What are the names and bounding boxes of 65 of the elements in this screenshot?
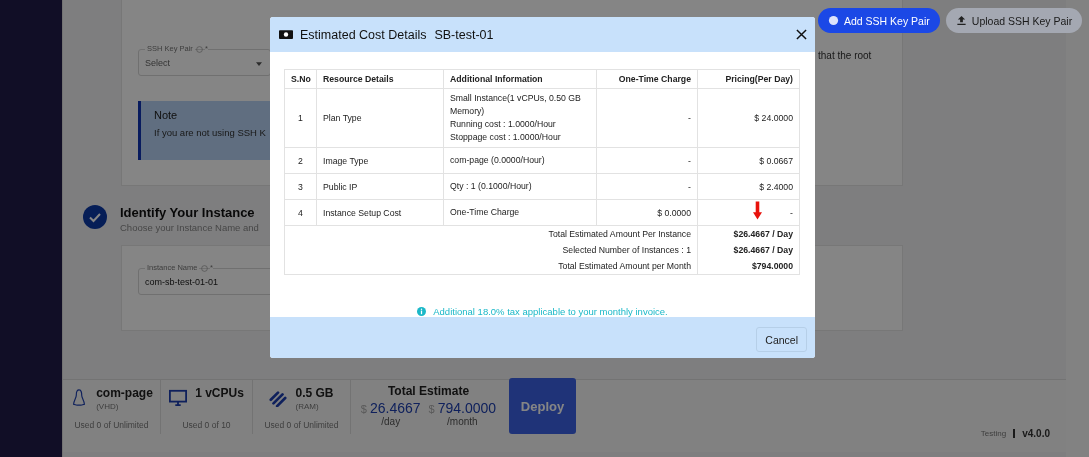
currency-sign: $ xyxy=(360,403,367,415)
note-title: Note xyxy=(154,109,178,121)
memory-icon xyxy=(269,389,288,407)
table-cell: Public IP xyxy=(316,173,444,200)
table-cell: Image Type xyxy=(316,147,444,174)
table-cell: Instance Setup Cost xyxy=(316,199,444,226)
total-value: $26.4667 / Day xyxy=(733,229,793,239)
select-placeholder: Select xyxy=(145,57,170,68)
hint-text: that the root xyxy=(818,50,872,61)
resource-unit: (RAM) xyxy=(295,402,320,411)
total-label: Selected Number of Instances : 1 xyxy=(562,245,691,255)
total-value: $26.4667 / Day xyxy=(733,245,793,255)
ssh-key-button[interactable]: Add SSH Key Pair xyxy=(818,8,940,33)
version-label: v4.0.0 xyxy=(1022,427,1050,439)
cash-icon xyxy=(279,30,293,39)
table-cell: $ 24.0000 xyxy=(754,113,793,123)
table-cell: Qty : 1 (0.1000/Hour) xyxy=(443,173,597,200)
ssh-key-button[interactable]: Upload SSH Key Pair xyxy=(945,8,1083,33)
table-cell: - xyxy=(596,147,698,174)
table-cell: $ 0.0667 xyxy=(759,155,793,166)
daily-unit: /day xyxy=(381,416,401,427)
table-cell: 2 xyxy=(284,147,317,174)
table-cell: 3 xyxy=(284,173,317,200)
total-value: $794.0000 xyxy=(751,261,793,271)
table-cell: Small Instance(1 vCPUs, 0.50 GB Memory) Running cost : 1.0000/Hour Stoppage cost : 1.0000/Hour xyxy=(443,88,597,148)
upload-icon xyxy=(955,15,967,26)
daily-amount: 26.4667 xyxy=(370,400,421,416)
table-cell: $ 2.4000 xyxy=(759,181,793,192)
currency-sign: $ xyxy=(428,403,435,415)
cancel-button[interactable]: Cancel xyxy=(756,327,807,352)
info-icon xyxy=(196,46,203,53)
note-text: If you are not using SSH K xyxy=(154,127,266,138)
table-cell: Plan Type xyxy=(316,88,444,148)
dialog-subtitle: SB-test-01 xyxy=(434,27,494,42)
step-title: Identify Your Instance xyxy=(120,205,255,220)
monitor-icon xyxy=(169,389,188,407)
monthly-unit: /month xyxy=(447,416,478,427)
column-header: S.No xyxy=(284,69,317,89)
column-header: One-Time Charge xyxy=(596,69,698,89)
table-cell: com-page (0.0000/Hour) xyxy=(443,147,597,174)
total-label: Total Estimated Amount per Month xyxy=(558,261,691,271)
info-icon xyxy=(417,307,427,316)
table-cell: One-Time Charge xyxy=(443,199,597,226)
column-header: Pricing(Per Day) xyxy=(697,69,800,89)
total-label: Total Estimated Amount Per Instance xyxy=(548,229,691,239)
close-icon[interactable] xyxy=(796,29,807,40)
resource-value: 0.5 GB xyxy=(295,386,334,400)
info-icon xyxy=(201,265,208,272)
monthly-amount: 794.0000 xyxy=(437,400,497,416)
caret-icon xyxy=(256,62,262,66)
table-cell: - xyxy=(596,173,698,200)
table-cell: 4 xyxy=(284,199,317,226)
table-cell: $ 0.0000 xyxy=(596,199,698,226)
table-cell: 1 xyxy=(284,88,317,148)
tax-note: Additional 18.0% tax applicable to your monthly invoice. xyxy=(433,306,668,317)
field-value: com-sb-test-01-01 xyxy=(145,276,219,287)
resource-value: com-page xyxy=(96,386,153,400)
resource-unit: (VHD) xyxy=(96,402,120,411)
table-cell: - xyxy=(790,207,793,218)
column-header: Additional Information xyxy=(443,69,597,89)
column-header: Resource Details xyxy=(316,69,444,89)
table-cell: - xyxy=(596,88,698,148)
total-title: Total Estimate xyxy=(387,384,470,398)
resource-value: 1 vCPUs xyxy=(195,386,244,400)
dialog-title: Estimated Cost Details xyxy=(300,27,427,42)
